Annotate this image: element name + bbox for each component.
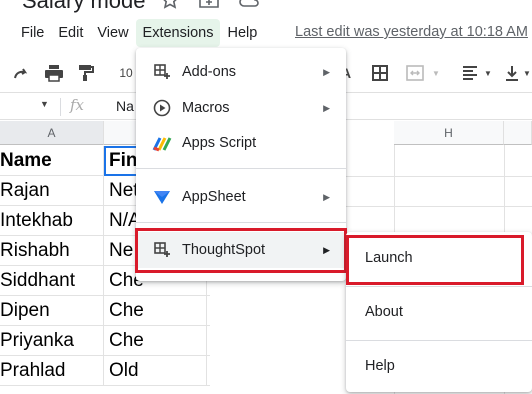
table-row: Priyanka Che [0,326,210,356]
menu-item-macros[interactable]: Macros ▶ [136,90,346,126]
grid-line [346,176,532,177]
fx-icon: fx [70,96,85,114]
addons-icon [152,63,172,81]
column-header-i[interactable] [504,121,532,145]
menu-item-label: Apps Script [182,135,257,151]
cell-b7[interactable]: Che [104,326,207,356]
table-row: Dipen Che [0,296,210,326]
menu-divider [136,222,346,223]
cell-a6[interactable]: Dipen [0,296,104,326]
grid-line [346,206,532,207]
apps-script-icon [152,134,172,152]
redo-icon[interactable] [8,56,36,90]
submenu-item-about[interactable]: About [346,292,532,332]
menu-divider [136,168,346,169]
cell-a4[interactable]: Rishabh [0,236,104,266]
print-icon[interactable] [40,56,68,90]
menu-item-label: Add-ons [182,64,237,80]
menu-bar: File Edit View Extensions Help [14,18,264,48]
merge-cells-icon[interactable] [400,56,430,90]
launch-highlight-box [346,235,524,285]
formula-value[interactable]: Na [116,98,134,114]
macros-play-icon [152,99,172,117]
submenu-arrow-icon: ▶ [323,102,330,113]
menu-extensions[interactable]: Extensions [135,19,221,47]
menu-item-appsheet[interactable]: AppSheet ▶ [136,179,346,215]
merge-dropdown-icon[interactable]: ▼ [430,56,442,90]
menu-file[interactable]: File [14,19,51,47]
table-row: Prahlad Old [0,356,210,386]
borders-icon[interactable] [366,56,394,90]
column-header-h[interactable]: H [394,121,504,145]
cell-a8[interactable]: Prahlad [0,356,104,386]
document-title[interactable]: Salary mode [22,0,146,14]
menu-item-label: Macros [182,100,230,116]
font-size-value[interactable]: 10 [116,56,136,90]
cloud-status-icon[interactable] [238,0,260,10]
cell-a3[interactable]: Intekhab [0,206,104,236]
cell-b6[interactable]: Che [104,296,207,326]
vertical-align-icon[interactable] [500,56,524,90]
menu-divider [346,340,532,341]
menu-divider [346,286,532,287]
move-to-folder-icon[interactable] [198,0,220,10]
menu-item-label: AppSheet [182,189,246,205]
cell-b8[interactable]: Old [104,356,207,386]
align-dropdown-icon[interactable]: ▼ [482,56,494,90]
name-box-dropdown-icon[interactable]: ▼ [40,99,49,109]
submenu-item-help[interactable]: Help [346,346,532,386]
last-edit-link[interactable]: Last edit was yesterday at 10:18 AM [295,24,528,40]
cell-a5[interactable]: Siddhant [0,266,104,296]
paint-format-icon[interactable] [72,56,100,90]
thoughtspot-highlight-box [135,228,347,273]
submenu-arrow-icon: ▶ [323,191,330,202]
cell-a1[interactable]: Name [0,146,104,176]
cell-a2[interactable]: Rajan [0,176,104,206]
title-icons [160,0,260,10]
submenu-arrow-icon: ▶ [323,66,330,77]
appsheet-icon [152,188,172,206]
horizontal-align-icon[interactable] [456,56,484,90]
menu-help[interactable]: Help [220,19,264,47]
cell-a7[interactable]: Priyanka [0,326,104,356]
menu-edit[interactable]: Edit [51,19,90,47]
menu-view[interactable]: View [90,19,135,47]
menu-item-apps-script[interactable]: Apps Script [136,125,346,161]
formula-separator [60,98,61,116]
menu-item-add-ons[interactable]: Add-ons ▶ [136,54,346,90]
star-icon[interactable] [160,0,180,10]
valign-dropdown-icon[interactable]: ▼ [522,56,532,90]
column-header-a[interactable]: A [0,121,104,145]
